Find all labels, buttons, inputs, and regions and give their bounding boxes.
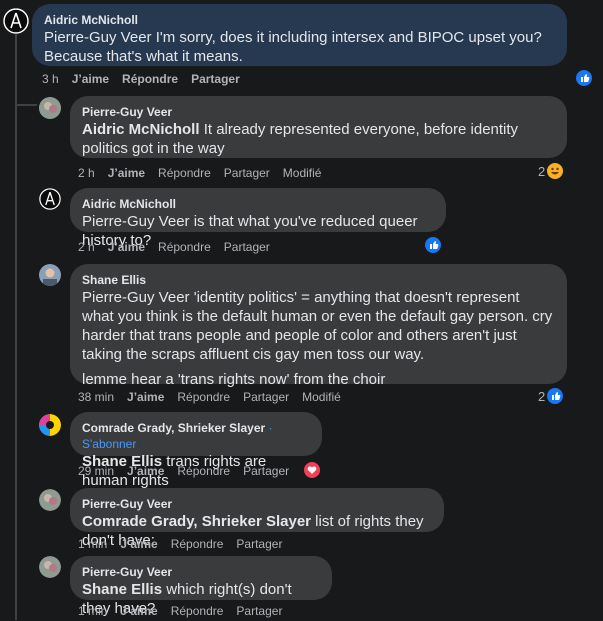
comment-actions: 1 min J’aime Répondre Partager [78, 537, 282, 551]
share-button[interactable]: Partager [243, 390, 289, 404]
reaction-summary[interactable]: 2 [538, 163, 564, 179]
reaction-summary[interactable] [425, 237, 441, 253]
comment-author[interactable]: Pierre-Guy Veer [82, 496, 432, 512]
haha-icon [547, 163, 564, 179]
reply-button[interactable]: Répondre [171, 537, 224, 551]
reaction-summary[interactable] [576, 70, 592, 86]
subscribe-separator: · [268, 421, 273, 435]
like-icon [576, 70, 592, 86]
reaction-summary[interactable] [304, 462, 320, 478]
comment-actions: 3 h J’aime Répondre Partager [42, 72, 240, 86]
comment-text: Aidric McNicholl It already represented … [82, 121, 519, 157]
avatar[interactable] [39, 97, 61, 119]
like-button[interactable]: J’aime [120, 537, 157, 551]
comment-author[interactable]: Shane Ellis [82, 272, 555, 288]
reaction-count: 2 [538, 388, 546, 404]
comment-time[interactable]: 29 min [78, 464, 114, 478]
comment-text: Pierre-Guy Veer 'identity politics' = an… [82, 289, 553, 388]
avatar[interactable] [39, 264, 61, 286]
comment-bubble: Shane Ellis Pierre-Guy Veer 'identity po… [70, 264, 567, 388]
comment-time[interactable]: 3 h [42, 72, 59, 86]
like-button[interactable]: J’aime [72, 72, 109, 86]
share-button[interactable]: Partager [224, 166, 270, 180]
comment-actions: 29 min J’aime Répondre Partager [78, 464, 289, 478]
mention-link[interactable]: Comrade Grady, Shrieker Slayer [82, 513, 311, 530]
comment-bubble: Aidric McNicholl Pierre-Guy Veer is that… [70, 188, 446, 249]
like-button[interactable]: J’aime [120, 604, 157, 618]
like-button[interactable]: J’aime [108, 240, 145, 254]
thread-line-branch [15, 104, 37, 106]
mention-link[interactable]: Shane Ellis [82, 581, 162, 598]
edited-label[interactable]: Modifié [283, 166, 322, 180]
share-button[interactable]: Partager [191, 72, 240, 86]
comment-author[interactable]: Pierre-Guy Veer [82, 564, 320, 580]
comment-author[interactable]: Aidric McNicholl [44, 12, 555, 28]
comment-actions: 1 min J’aime Répondre Partager [78, 604, 282, 618]
comment-time[interactable]: 2 h [78, 240, 95, 254]
reply-button[interactable]: Répondre [177, 464, 230, 478]
share-button[interactable]: Partager [236, 537, 282, 551]
comment-bubble: Pierre-Guy Veer Shane Ellis which right(… [70, 556, 332, 617]
reply-button[interactable]: Répondre [171, 604, 224, 618]
comment-author[interactable]: Aidric McNicholl [82, 196, 434, 212]
reply-button[interactable]: Répondre [158, 240, 211, 254]
share-button[interactable]: Partager [243, 464, 289, 478]
reply-button[interactable]: Répondre [177, 390, 230, 404]
love-icon [304, 462, 320, 478]
comment-author: Comrade Grady, Shrieker Slayer · S'abonn… [82, 420, 310, 452]
like-icon [425, 237, 441, 253]
share-button[interactable]: Partager [224, 240, 270, 254]
reply-button[interactable]: Répondre [122, 72, 178, 86]
like-button[interactable]: J’aime [127, 390, 164, 404]
like-button[interactable]: J’aime [127, 464, 164, 478]
comment-time[interactable]: 38 min [78, 390, 114, 404]
author-name[interactable]: Comrade Grady, Shrieker Slayer [82, 421, 265, 435]
comment-time[interactable]: 1 min [78, 537, 107, 551]
avatar[interactable] [39, 489, 61, 511]
comment-time[interactable]: 1 min [78, 604, 107, 618]
edited-label[interactable]: Modifié [302, 390, 341, 404]
mention-link[interactable]: Aidric McNicholl [82, 121, 200, 138]
comment-time[interactable]: 2 h [78, 166, 95, 180]
reply-button[interactable]: Répondre [158, 166, 211, 180]
comment-actions: 2 h J’aime Répondre Partager Modifié [78, 166, 321, 180]
comment-bubble: Pierre-Guy Veer Comrade Grady, Shrieker … [70, 488, 444, 549]
reaction-count: 2 [538, 163, 546, 179]
reaction-summary[interactable]: 2 [538, 388, 564, 404]
like-button[interactable]: J’aime [108, 166, 145, 180]
comment-text: Pierre-Guy Veer I'm sorry, does it inclu… [44, 29, 542, 65]
like-icon [547, 388, 564, 404]
avatar[interactable] [3, 8, 29, 34]
comment-bubble: Aidric McNicholl Pierre-Guy Veer I'm sor… [32, 4, 567, 66]
comment-author[interactable]: Pierre-Guy Veer [82, 104, 555, 120]
avatar[interactable] [39, 556, 61, 578]
share-button[interactable]: Partager [236, 604, 282, 618]
comment-bubble: Pierre-Guy Veer Aidric McNicholl It alre… [70, 96, 567, 158]
comment-actions: 38 min J’aime Répondre Partager Modifié [78, 390, 341, 404]
comment-bubble: Comrade Grady, Shrieker Slayer · S'abonn… [70, 412, 322, 489]
thread-line-main [15, 30, 17, 620]
comment-actions: 2 h J’aime Répondre Partager [78, 240, 270, 254]
avatar[interactable] [39, 414, 61, 436]
avatar[interactable] [39, 188, 61, 210]
subscribe-link[interactable]: S'abonner [82, 437, 136, 451]
